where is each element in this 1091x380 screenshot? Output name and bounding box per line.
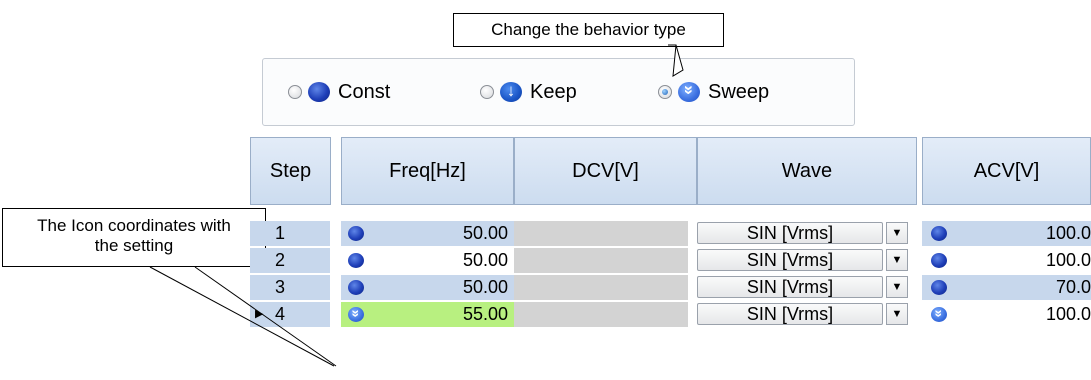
- freq-cell[interactable]: 50.00: [341, 275, 514, 300]
- acv-value: 100.0: [1045, 304, 1091, 324]
- step-number: 1: [275, 223, 286, 243]
- const-circle-icon: [348, 253, 364, 268]
- step-number: 3: [275, 277, 286, 297]
- radio-label-const: Const: [338, 80, 391, 103]
- header-freq[interactable]: Freq[Hz]: [341, 137, 514, 205]
- radio-button-keep[interactable]: [480, 85, 494, 99]
- acv-value: 100.0: [1045, 223, 1091, 243]
- step-grid: Step Freq[Hz] DCV[V] Wave ACV[V] 1 50.00 S…: [250, 137, 1091, 380]
- acv-cell[interactable]: 100.0: [922, 248, 1091, 273]
- table-row[interactable]: 2 50.00 SIN [Vrms] ▼ 100.0: [250, 248, 1091, 273]
- keep-arrow-icon: [500, 81, 522, 102]
- icon-callout-line1: The Icon coordinates with: [37, 216, 231, 235]
- radio-sweep[interactable]: Sweep: [658, 59, 769, 125]
- table-row[interactable]: ▶455.00SIN [Vrms]▼100.0: [250, 302, 1091, 327]
- sweep-chevron-icon: [931, 307, 947, 322]
- freq-cell[interactable]: 50.00: [341, 221, 514, 246]
- step-number: 4: [275, 304, 286, 324]
- acv-cell[interactable]: 70.0: [922, 275, 1091, 300]
- acv-value: 100.0: [1045, 250, 1091, 270]
- freq-cell[interactable]: 55.00: [341, 302, 514, 327]
- sweep-chevron-icon: [348, 307, 364, 322]
- const-circle-icon: [931, 280, 947, 295]
- dropdown-arrow-icon[interactable]: ▼: [886, 222, 908, 244]
- table-row[interactable]: 1 50.00 SIN [Vrms] ▼ 100.0: [250, 221, 1091, 246]
- step-cell[interactable]: 2: [250, 248, 331, 273]
- behavior-type-panel: Const Keep Sweep: [262, 58, 855, 126]
- wave-cell[interactable]: SIN [Vrms] ▼: [697, 302, 917, 327]
- const-circle-icon: [931, 253, 947, 268]
- dcv-cell: [514, 275, 688, 300]
- step-cell[interactable]: 1: [250, 221, 331, 246]
- dropdown-arrow-icon[interactable]: ▼: [886, 249, 908, 271]
- dcv-cell: [514, 248, 688, 273]
- radio-button-const[interactable]: [288, 85, 302, 99]
- radio-const[interactable]: Const: [288, 59, 390, 125]
- wave-select-button[interactable]: SIN [Vrms]: [697, 249, 883, 271]
- header-step[interactable]: Step: [250, 137, 331, 205]
- const-circle-icon: [931, 226, 947, 241]
- freq-value: 50.00: [462, 223, 508, 243]
- step-number: 2: [275, 250, 286, 270]
- header-acv[interactable]: ACV[V]: [922, 137, 1091, 205]
- dcv-cell: [514, 302, 688, 327]
- wave-cell[interactable]: SIN [Vrms] ▼: [697, 275, 917, 300]
- wave-select-button[interactable]: SIN [Vrms]: [697, 276, 883, 298]
- dcv-cell: [514, 221, 688, 246]
- const-circle-icon: [348, 280, 364, 295]
- acv-cell[interactable]: 100.0: [922, 302, 1091, 327]
- freq-value: 55.00: [462, 304, 508, 324]
- step-cell[interactable]: ▶ 4: [250, 302, 331, 327]
- wave-select-button[interactable]: SIN [Vrms]: [697, 303, 883, 325]
- sweep-chevron-icon: [678, 82, 700, 102]
- acv-cell[interactable]: 100.0: [922, 221, 1091, 246]
- radio-label-keep: Keep: [530, 80, 577, 103]
- behavior-callout: Change the behavior type: [453, 13, 724, 47]
- icon-callout: The Icon coordinates with the setting: [2, 208, 266, 267]
- step-cell[interactable]: 3: [250, 275, 331, 300]
- header-wave[interactable]: Wave: [697, 137, 917, 205]
- header-dcv[interactable]: DCV[V]: [514, 137, 697, 205]
- radio-keep[interactable]: Keep: [480, 59, 577, 125]
- freq-value: 50.00: [462, 250, 508, 270]
- dropdown-arrow-icon[interactable]: ▼: [886, 276, 908, 298]
- radio-label-sweep: Sweep: [708, 80, 770, 103]
- radio-button-sweep[interactable]: [658, 85, 672, 99]
- freq-cell[interactable]: 50.00: [341, 248, 514, 273]
- dropdown-arrow-icon[interactable]: ▼: [886, 303, 908, 325]
- wave-select-button[interactable]: SIN [Vrms]: [697, 222, 883, 244]
- const-circle-icon: [308, 82, 330, 102]
- table-row[interactable]: 3 50.00 SIN [Vrms] ▼ 70.0: [250, 275, 1091, 300]
- acv-value: 70.0: [1055, 277, 1091, 297]
- current-row-arrow-icon: ▶: [255, 308, 264, 320]
- wave-cell[interactable]: SIN [Vrms] ▼: [697, 221, 917, 246]
- icon-callout-line2: the setting: [94, 236, 174, 255]
- const-circle-icon: [348, 226, 364, 241]
- freq-value: 50.00: [462, 277, 508, 297]
- wave-cell[interactable]: SIN [Vrms] ▼: [697, 248, 917, 273]
